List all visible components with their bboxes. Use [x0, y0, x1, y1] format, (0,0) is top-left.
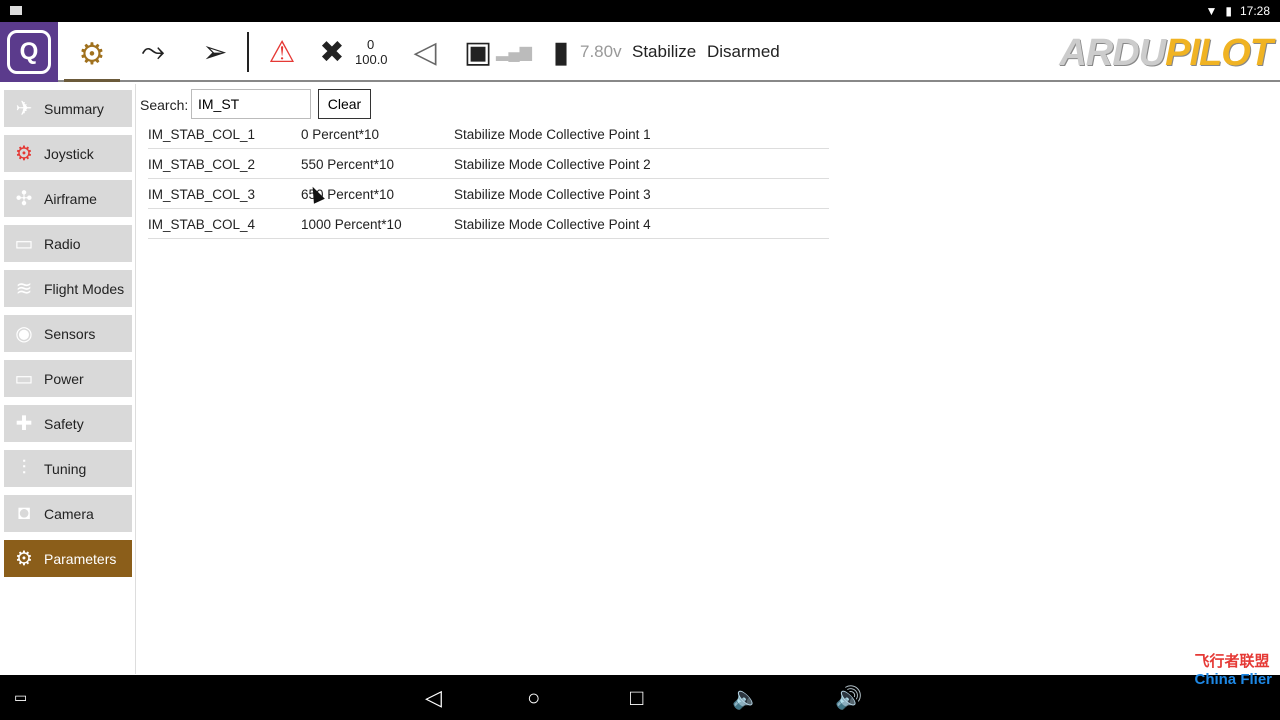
sidebar-item-power[interactable]: ▭ Power: [4, 360, 132, 397]
radio-icon: ▭: [14, 233, 34, 255]
qgc-logo-button[interactable]: Q: [0, 22, 58, 82]
ardupilot-logo: ARDUPILOT: [1059, 32, 1273, 74]
screenshot-icon[interactable]: ▭: [14, 689, 27, 706]
signal-bars-icon: ▂▄▆: [496, 44, 532, 61]
search-input[interactable]: [191, 89, 311, 119]
plan-view-button[interactable]: ⤳: [128, 30, 178, 74]
waypoint-path-icon: ⤳: [141, 35, 165, 68]
paper-plane-icon: ➢: [202, 35, 228, 69]
fly-view-button[interactable]: ➢: [190, 30, 240, 74]
sensors-icon: ◉: [15, 323, 33, 345]
table-row[interactable]: IM_STAB_COL_3 650 Percent*10 Stabilize Mod…: [148, 179, 829, 209]
divider: [247, 32, 249, 72]
android-nav-bar: ▭ ◁ ○ □ 🔈 🔊: [0, 675, 1280, 720]
back-button[interactable]: ◁: [425, 685, 442, 711]
battery-button[interactable]: ▮: [546, 30, 576, 74]
sidebar-item-tuning[interactable]: ⫶ Tuning: [4, 450, 132, 487]
flight-mode-selector[interactable]: Stabilize: [632, 42, 696, 62]
volume-up-button[interactable]: 🔊: [835, 685, 862, 711]
joystick-icon: ⚙: [15, 143, 33, 165]
watermark-logo: 飞行者联盟 China Flier: [1194, 653, 1272, 688]
messages-button[interactable]: ⚠: [260, 30, 304, 74]
battery-voltage: 7.80v: [580, 42, 622, 61]
camera-icon: ◘: [17, 502, 31, 524]
table-row[interactable]: IM_STAB_COL_4 1000 Percent*10 Stabilize Mo…: [148, 209, 829, 239]
table-row[interactable]: IM_STAB_COL_1 0 Percent*10 Stabilize Mode …: [148, 119, 829, 149]
gears-icon: ⚙: [15, 548, 33, 570]
sidebar-item-airframe[interactable]: ✣ Airframe: [4, 180, 132, 217]
qgc-logo-icon: Q: [7, 30, 51, 74]
battery-icon: ▮: [552, 35, 570, 69]
gears-icon: ⚙: [78, 38, 106, 71]
sidebar-item-parameters[interactable]: ⚙ Parameters: [4, 540, 132, 577]
warning-icon: ⚠: [268, 35, 296, 69]
toolbar: Q ⚙ ⤳ ➢ ⚠ ✖ 0 100.0 ◁ ▣ ▂▄▆ ▮ 7.80v Stab…: [0, 22, 1280, 82]
plane-icon: ✈: [15, 98, 33, 120]
sliders-icon: ⫶: [21, 457, 27, 479]
telemetry-icon: ◁: [413, 35, 437, 69]
clear-button[interactable]: Clear: [318, 89, 371, 119]
status-bar: ▼ ▮ 17:28: [0, 0, 1280, 22]
setup-sidebar: ✈ Summary ⚙ Joystick ✣ Airframe ▭ Radio ≋ Fli…: [0, 84, 136, 674]
sidebar-item-joystick[interactable]: ⚙ Joystick: [4, 135, 132, 172]
gps-hdop: 100.0: [355, 52, 388, 67]
setup-gears-button[interactable]: ⚙: [64, 30, 120, 82]
battery-icon: ▭: [14, 368, 34, 390]
sidebar-item-radio[interactable]: ▭ Radio: [4, 225, 132, 262]
arm-status[interactable]: Disarmed: [707, 42, 780, 62]
rc-rssi-button[interactable]: ▣: [460, 30, 496, 74]
clock: 17:28: [1239, 4, 1270, 18]
screen-record-icon: [10, 6, 22, 15]
table-row[interactable]: IM_STAB_COL_2 550 Percent*10 Stabilize Mod…: [148, 149, 829, 179]
sidebar-item-sensors[interactable]: ◉ Sensors: [4, 315, 132, 352]
gps-sat-count: 0: [367, 37, 375, 52]
sidebar-item-camera[interactable]: ◘ Camera: [4, 495, 132, 532]
home-button[interactable]: ○: [527, 685, 540, 711]
sidebar-item-summary[interactable]: ✈ Summary: [4, 90, 132, 127]
satellite-icon: ✖: [319, 35, 345, 69]
airframe-icon: ✣: [15, 188, 33, 210]
telemetry-button[interactable]: ◁: [404, 30, 446, 74]
rc-transmitter-icon: ▣: [463, 35, 493, 69]
gps-button[interactable]: ✖: [312, 30, 352, 74]
volume-down-button[interactable]: 🔈: [732, 685, 759, 711]
sidebar-item-safety[interactable]: ✚ Safety: [4, 405, 132, 442]
wifi-icon: ▼: [1205, 4, 1218, 18]
waves-icon: ≋: [15, 278, 33, 300]
sidebar-item-flight-modes[interactable]: ≋ Flight Modes: [4, 270, 132, 307]
recents-button[interactable]: □: [630, 685, 643, 711]
search-label: Search:: [140, 97, 189, 113]
medkit-icon: ✚: [15, 413, 33, 435]
battery-icon: ▮: [1225, 4, 1232, 18]
